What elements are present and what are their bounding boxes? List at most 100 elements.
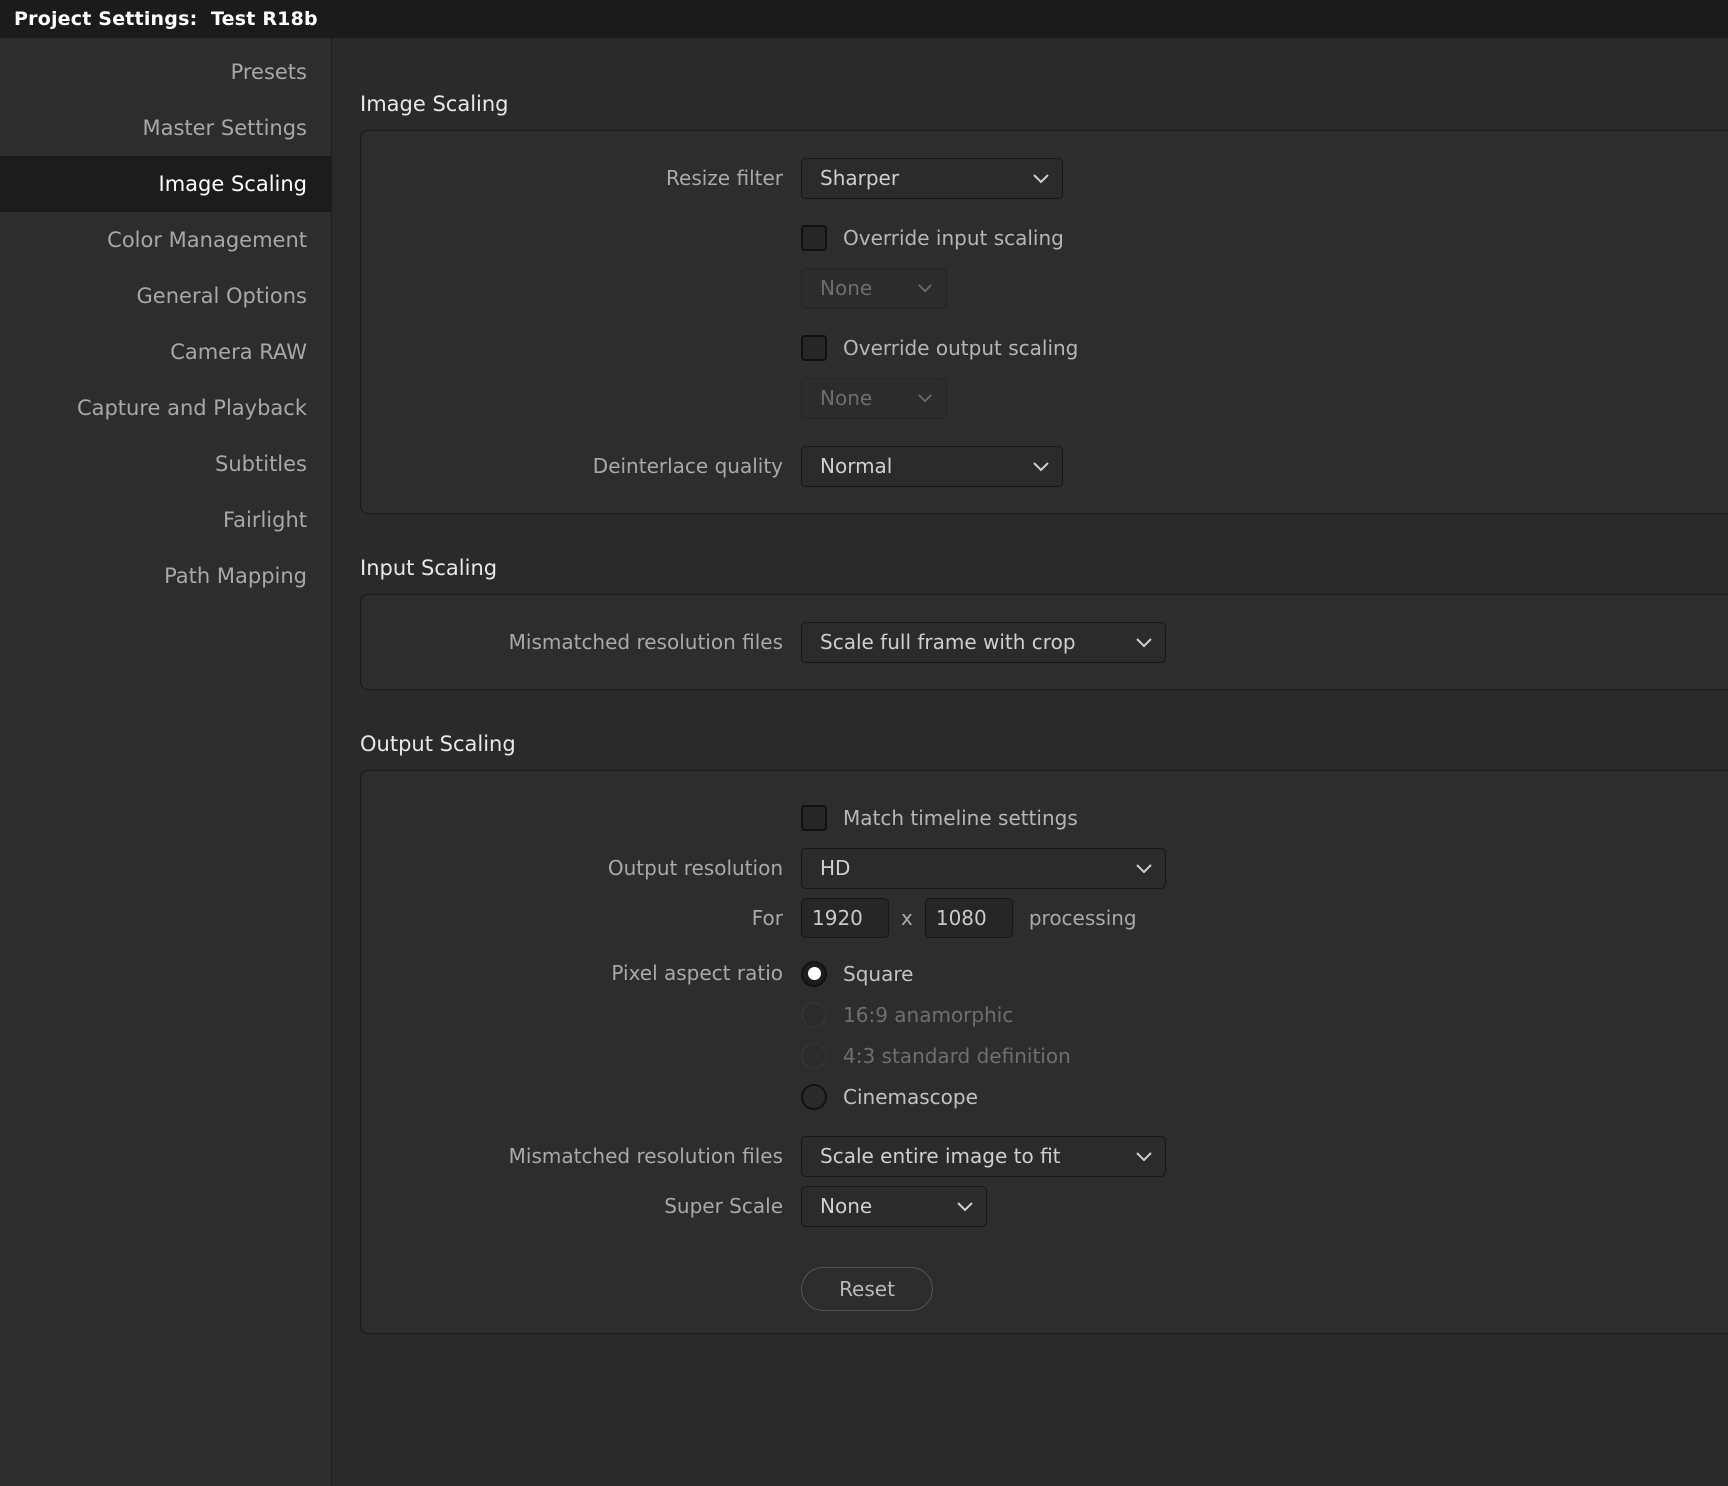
pixel-aspect-ratio-label: Pixel aspect ratio [611, 961, 783, 985]
sidebar-item-capture-and-playback[interactable]: Capture and Playback [0, 380, 331, 436]
resize-filter-label: Resize filter [666, 166, 783, 190]
row-override-input-scaling: Override input scaling [361, 213, 1728, 263]
override-input-scaling-select: None [801, 267, 947, 309]
radio-icon-disabled [801, 1001, 827, 1028]
sidebar-item-label: Fairlight [222, 508, 307, 532]
resize-filter-select[interactable]: Sharper [801, 157, 1063, 199]
row-output-dimensions: For x processing [361, 893, 1728, 943]
output-mismatched-resolution-value: Scale entire image to fit [820, 1144, 1061, 1168]
row-override-input-scaling-value: None [361, 263, 1728, 313]
sidebar-item-color-management[interactable]: Color Management [0, 212, 331, 268]
output-height-input[interactable] [924, 898, 1013, 938]
chevron-down-icon [1123, 637, 1165, 648]
input-mismatched-resolution-label: Mismatched resolution files [508, 630, 783, 654]
sidebar-item-label: General Options [136, 284, 307, 308]
override-input-scaling-value: None [820, 276, 873, 300]
processing-label: processing [1028, 906, 1137, 930]
chevron-down-icon [904, 393, 946, 403]
panel-image-scaling: Resize filter Sharper Override input sca… [360, 130, 1728, 514]
super-scale-label: Super Scale [664, 1194, 783, 1218]
radio-label: 16:9 anamorphic [843, 1002, 1014, 1027]
radio-label: 4:3 standard definition [843, 1043, 1071, 1068]
input-mismatched-resolution-value: Scale full frame with crop [820, 630, 1076, 654]
override-input-scaling-checkbox[interactable]: Override input scaling [801, 225, 1064, 251]
sidebar-item-label: Master Settings [142, 116, 307, 140]
resize-filter-value: Sharper [820, 166, 900, 190]
radio-label: Cinemascope [843, 1084, 978, 1109]
radio-icon-selected [801, 960, 827, 987]
override-output-scaling-label: Override output scaling [843, 336, 1079, 360]
override-output-scaling-checkbox[interactable]: Override output scaling [801, 335, 1078, 361]
settings-sidebar: Presets Master Settings Image Scaling Co… [0, 38, 332, 1486]
radio-icon-unselected [801, 1083, 827, 1110]
deinterlace-quality-value: Normal [820, 454, 893, 478]
sidebar-item-label: Presets [230, 60, 307, 84]
override-output-scaling-select: None [801, 377, 947, 419]
row-override-output-scaling-value: None [361, 373, 1728, 423]
output-resolution-value: HD [820, 856, 851, 880]
settings-content-panel: Image Scaling Resize filter Sharper Over… [332, 38, 1728, 1486]
sidebar-item-label: Image Scaling [158, 172, 308, 196]
chevron-down-icon [1123, 863, 1165, 874]
chevron-down-icon [944, 1201, 986, 1212]
radio-option-square[interactable]: Square [801, 957, 1071, 990]
window-titlebar: Project Settings: Test R18b [0, 0, 1728, 38]
sidebar-item-general-options[interactable]: General Options [0, 268, 331, 324]
row-deinterlace-quality: Deinterlace quality Normal [361, 441, 1728, 491]
output-mismatched-resolution-select[interactable]: Scale entire image to fit [801, 1135, 1166, 1177]
sidebar-item-label: Subtitles [215, 452, 307, 476]
sidebar-item-image-scaling[interactable]: Image Scaling [0, 156, 331, 212]
deinterlace-quality-label: Deinterlace quality [592, 454, 783, 478]
sidebar-item-label: Path Mapping [164, 564, 307, 588]
row-resize-filter: Resize filter Sharper [361, 153, 1728, 203]
row-output-resolution: Output resolution HD [361, 843, 1728, 893]
window-title: Project Settings: Test R18b [14, 8, 318, 30]
section-heading-output-scaling: Output Scaling [360, 732, 516, 756]
sidebar-item-presets[interactable]: Presets [0, 44, 331, 100]
checkbox-icon [801, 225, 827, 251]
section-heading-input-scaling: Input Scaling [360, 556, 498, 580]
super-scale-select[interactable]: None [801, 1185, 987, 1227]
row-input-mismatched-resolution: Mismatched resolution files Scale full f… [361, 617, 1728, 667]
chevron-down-icon [904, 283, 946, 293]
sidebar-item-label: Color Management [107, 228, 307, 252]
dimension-separator: x [901, 906, 913, 930]
row-override-output-scaling: Override output scaling [361, 323, 1728, 373]
sidebar-item-subtitles[interactable]: Subtitles [0, 436, 331, 492]
chevron-down-icon [1020, 461, 1062, 472]
match-timeline-settings-checkbox[interactable]: Match timeline settings [801, 805, 1078, 831]
radio-label: Square [843, 961, 914, 986]
panel-input-scaling: Mismatched resolution files Scale full f… [360, 594, 1728, 690]
row-reset: Reset [361, 1267, 1728, 1311]
chevron-down-icon [1123, 1151, 1165, 1162]
for-label: For [751, 906, 783, 930]
output-resolution-select[interactable]: HD [801, 847, 1166, 889]
super-scale-value: None [820, 1194, 873, 1218]
row-match-timeline-settings: Match timeline settings [361, 793, 1728, 843]
chevron-down-icon [1020, 173, 1062, 184]
checkbox-icon [801, 805, 827, 831]
sidebar-item-label: Camera RAW [170, 340, 307, 364]
sidebar-item-camera-raw[interactable]: Camera RAW [0, 324, 331, 380]
override-input-scaling-label: Override input scaling [843, 226, 1064, 250]
section-heading-image-scaling: Image Scaling [360, 92, 509, 116]
output-width-input[interactable] [801, 898, 889, 938]
sidebar-item-master-settings[interactable]: Master Settings [0, 100, 331, 156]
deinterlace-quality-select[interactable]: Normal [801, 445, 1063, 487]
match-timeline-settings-label: Match timeline settings [843, 806, 1078, 830]
radio-icon-disabled [801, 1042, 827, 1069]
override-output-scaling-value: None [820, 386, 873, 410]
row-output-mismatched-resolution: Mismatched resolution files Scale entire… [361, 1131, 1728, 1181]
main-content-area: Presets Master Settings Image Scaling Co… [0, 38, 1728, 1486]
radio-option-cinemascope[interactable]: Cinemascope [801, 1080, 1071, 1113]
checkbox-icon [801, 335, 827, 361]
radio-option-4-3-standard-definition: 4:3 standard definition [801, 1039, 1071, 1072]
input-mismatched-resolution-select[interactable]: Scale full frame with crop [801, 621, 1166, 663]
row-pixel-aspect-ratio: Pixel aspect ratio Square 16:9 anamorphi… [361, 943, 1728, 1113]
output-mismatched-resolution-label: Mismatched resolution files [508, 1144, 783, 1168]
reset-button[interactable]: Reset [801, 1267, 933, 1311]
pixel-aspect-ratio-group: Square 16:9 anamorphic 4:3 standard defi… [801, 957, 1071, 1113]
sidebar-item-fairlight[interactable]: Fairlight [0, 492, 331, 548]
sidebar-item-path-mapping[interactable]: Path Mapping [0, 548, 331, 604]
sidebar-item-label: Capture and Playback [76, 396, 307, 420]
